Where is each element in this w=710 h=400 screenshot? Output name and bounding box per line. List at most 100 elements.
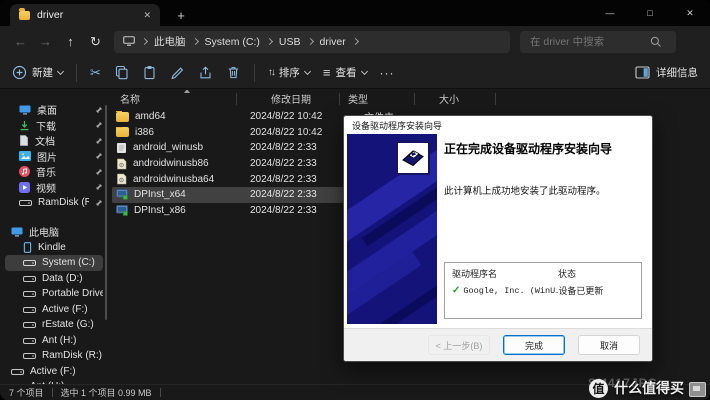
- column-header-name[interactable]: 名称: [112, 91, 236, 106]
- driver-name-header: 驱动程序名: [452, 267, 558, 280]
- sidebar-item-documents[interactable]: 文档: [5, 133, 103, 149]
- computer-icon: [123, 36, 135, 47]
- column-divider[interactable]: [495, 93, 496, 105]
- copy-icon[interactable]: [114, 65, 129, 80]
- videos-icon: [19, 182, 30, 193]
- sidebar-item-data-d[interactable]: Data (D:): [5, 271, 103, 287]
- tab-driver[interactable]: driver ✕: [10, 4, 160, 26]
- minimize-button[interactable]: —: [590, 0, 630, 26]
- rename-icon[interactable]: [170, 65, 185, 80]
- share-icon[interactable]: [198, 65, 213, 80]
- installer-app-icon: [116, 205, 128, 216]
- sidebar-item-portable-drive[interactable]: Portable Drive: [5, 286, 103, 302]
- back-button[interactable]: ←: [8, 30, 33, 54]
- back-step-button[interactable]: < 上一步(B): [428, 335, 490, 355]
- drive-icon: [23, 274, 36, 283]
- sidebar-item-system-c[interactable]: System (C:): [5, 255, 103, 271]
- status-divider: [52, 388, 53, 397]
- close-button[interactable]: ✕: [670, 0, 710, 26]
- up-button[interactable]: ↑: [58, 30, 83, 54]
- desktop-icon: [19, 105, 31, 115]
- phone-icon: [23, 242, 32, 253]
- column-header-size[interactable]: 大小: [415, 91, 495, 106]
- search-input[interactable]: [528, 35, 650, 49]
- chevron-down-icon: [304, 67, 311, 74]
- sidebar-item-kindle[interactable]: Kindle: [5, 240, 103, 256]
- sidebar-item-downloads[interactable]: 下载: [5, 118, 103, 134]
- column-headers: 名称 修改日期 类型 大小: [112, 90, 710, 107]
- items-count: 7 个项目: [9, 386, 44, 399]
- forward-button[interactable]: →: [33, 30, 58, 54]
- download-icon: [19, 120, 30, 131]
- dialog-body: 正在完成设备驱动程序安装向导 此计算机上成功地安装了此驱动程序。 驱动程序名 状…: [344, 134, 652, 330]
- breadcrumb-this-pc[interactable]: 此电脑: [154, 34, 186, 49]
- tab-close-icon[interactable]: ✕: [143, 10, 151, 21]
- breadcrumb-usb[interactable]: USB: [279, 36, 301, 48]
- view-button[interactable]: ≡ 查看: [323, 65, 367, 80]
- dialog-message: 此计算机上成功地安装了此驱动程序。: [444, 183, 642, 197]
- sidebar-item-active-f[interactable]: Active (F:): [5, 302, 103, 318]
- drive-icon: [23, 336, 36, 345]
- new-button[interactable]: 新建: [12, 65, 63, 80]
- view-button-label: 查看: [336, 65, 357, 80]
- dialog-title[interactable]: 设备驱动程序安装向导: [344, 116, 652, 134]
- sidebar-item-ramdisk-r[interactable]: RamDisk (R:): [5, 348, 103, 364]
- watermark-corner-icon: [689, 382, 706, 397]
- refresh-button[interactable]: ↻: [83, 30, 108, 54]
- breadcrumb-driver[interactable]: driver: [320, 36, 346, 48]
- sidebar-item-active-f-2[interactable]: Active (F:): [5, 364, 103, 380]
- column-header-date[interactable]: 修改日期: [237, 91, 339, 106]
- paste-icon[interactable]: [142, 65, 157, 80]
- navigation-bar: ← → ↑ ↻ 此电脑 System (C:) USB driver: [0, 26, 710, 57]
- folder-icon: [116, 112, 129, 122]
- search-box[interactable]: [520, 31, 676, 53]
- wizard-device-icon: [396, 141, 430, 175]
- cut-icon[interactable]: ✂: [90, 65, 101, 81]
- drive-icon: [23, 351, 36, 360]
- sidebar-item-ant-h[interactable]: Ant (H:): [5, 333, 103, 349]
- maximize-button[interactable]: □: [630, 0, 670, 26]
- pin-icon: [95, 121, 103, 129]
- sidebar-item-desktop[interactable]: 桌面: [5, 102, 103, 118]
- sidebar-scrollbar[interactable]: [105, 105, 107, 320]
- more-options-button[interactable]: ···: [380, 66, 395, 80]
- installer-app-icon: [116, 189, 128, 200]
- breadcrumb-system-c[interactable]: System (C:): [205, 36, 260, 48]
- toolbar-divider: [76, 64, 77, 82]
- sidebar-item-pictures[interactable]: 图片: [5, 149, 103, 165]
- driver-list-row[interactable]: ✓ Google, Inc. (WinU… 设备已更新: [445, 282, 641, 299]
- sidebar-item-music[interactable]: 音乐: [5, 164, 103, 180]
- finish-button[interactable]: 完成: [503, 335, 565, 355]
- column-header-type[interactable]: 类型: [340, 91, 414, 106]
- address-bar[interactable]: 此电脑 System (C:) USB driver: [114, 31, 510, 53]
- driver-list-box[interactable]: 驱动程序名 状态 ✓ Google, Inc. (WinU… 设备已更新: [444, 262, 642, 319]
- driver-status-header: 状态: [558, 267, 576, 280]
- details-pane-button[interactable]: 详细信息: [635, 65, 698, 80]
- cancel-button[interactable]: 取消: [578, 335, 640, 355]
- toolbar-divider: [254, 64, 255, 82]
- sort-button[interactable]: ↑↓ 排序: [268, 65, 310, 80]
- watermark-site-name: 什么值得买: [614, 378, 684, 398]
- pin-icon: [95, 106, 103, 114]
- folder-icon: [116, 127, 129, 137]
- breadcrumb-separator-icon: [141, 38, 148, 45]
- sort-icon: ↑↓: [268, 67, 274, 78]
- dialog-footer: < 上一步(B) 完成 取消: [344, 328, 652, 361]
- smzdm-watermark: 值 什么值得买: [589, 378, 684, 398]
- details-pane-label: 详细信息: [656, 65, 698, 80]
- drive-icon: [19, 198, 32, 207]
- sidebar-item-ramdisk[interactable]: RamDisk (R:): [5, 195, 103, 211]
- sidebar-item-videos[interactable]: 视频: [5, 180, 103, 196]
- setup-information-file-icon: [116, 173, 127, 185]
- sort-button-label: 排序: [279, 65, 300, 80]
- new-tab-button[interactable]: +: [170, 4, 192, 26]
- sidebar-item-restate-g[interactable]: rEstate (G:): [5, 317, 103, 333]
- sidebar-item-this-pc[interactable]: 此电脑: [5, 224, 103, 240]
- breadcrumb-separator-icon: [266, 38, 273, 45]
- setup-information-file-icon: [116, 158, 127, 170]
- delete-icon[interactable]: [226, 65, 241, 80]
- drive-icon: [23, 258, 36, 267]
- chevron-down-icon: [57, 67, 64, 74]
- plus-circle-icon: [12, 65, 27, 80]
- driver-list-header: 驱动程序名 状态: [445, 263, 641, 282]
